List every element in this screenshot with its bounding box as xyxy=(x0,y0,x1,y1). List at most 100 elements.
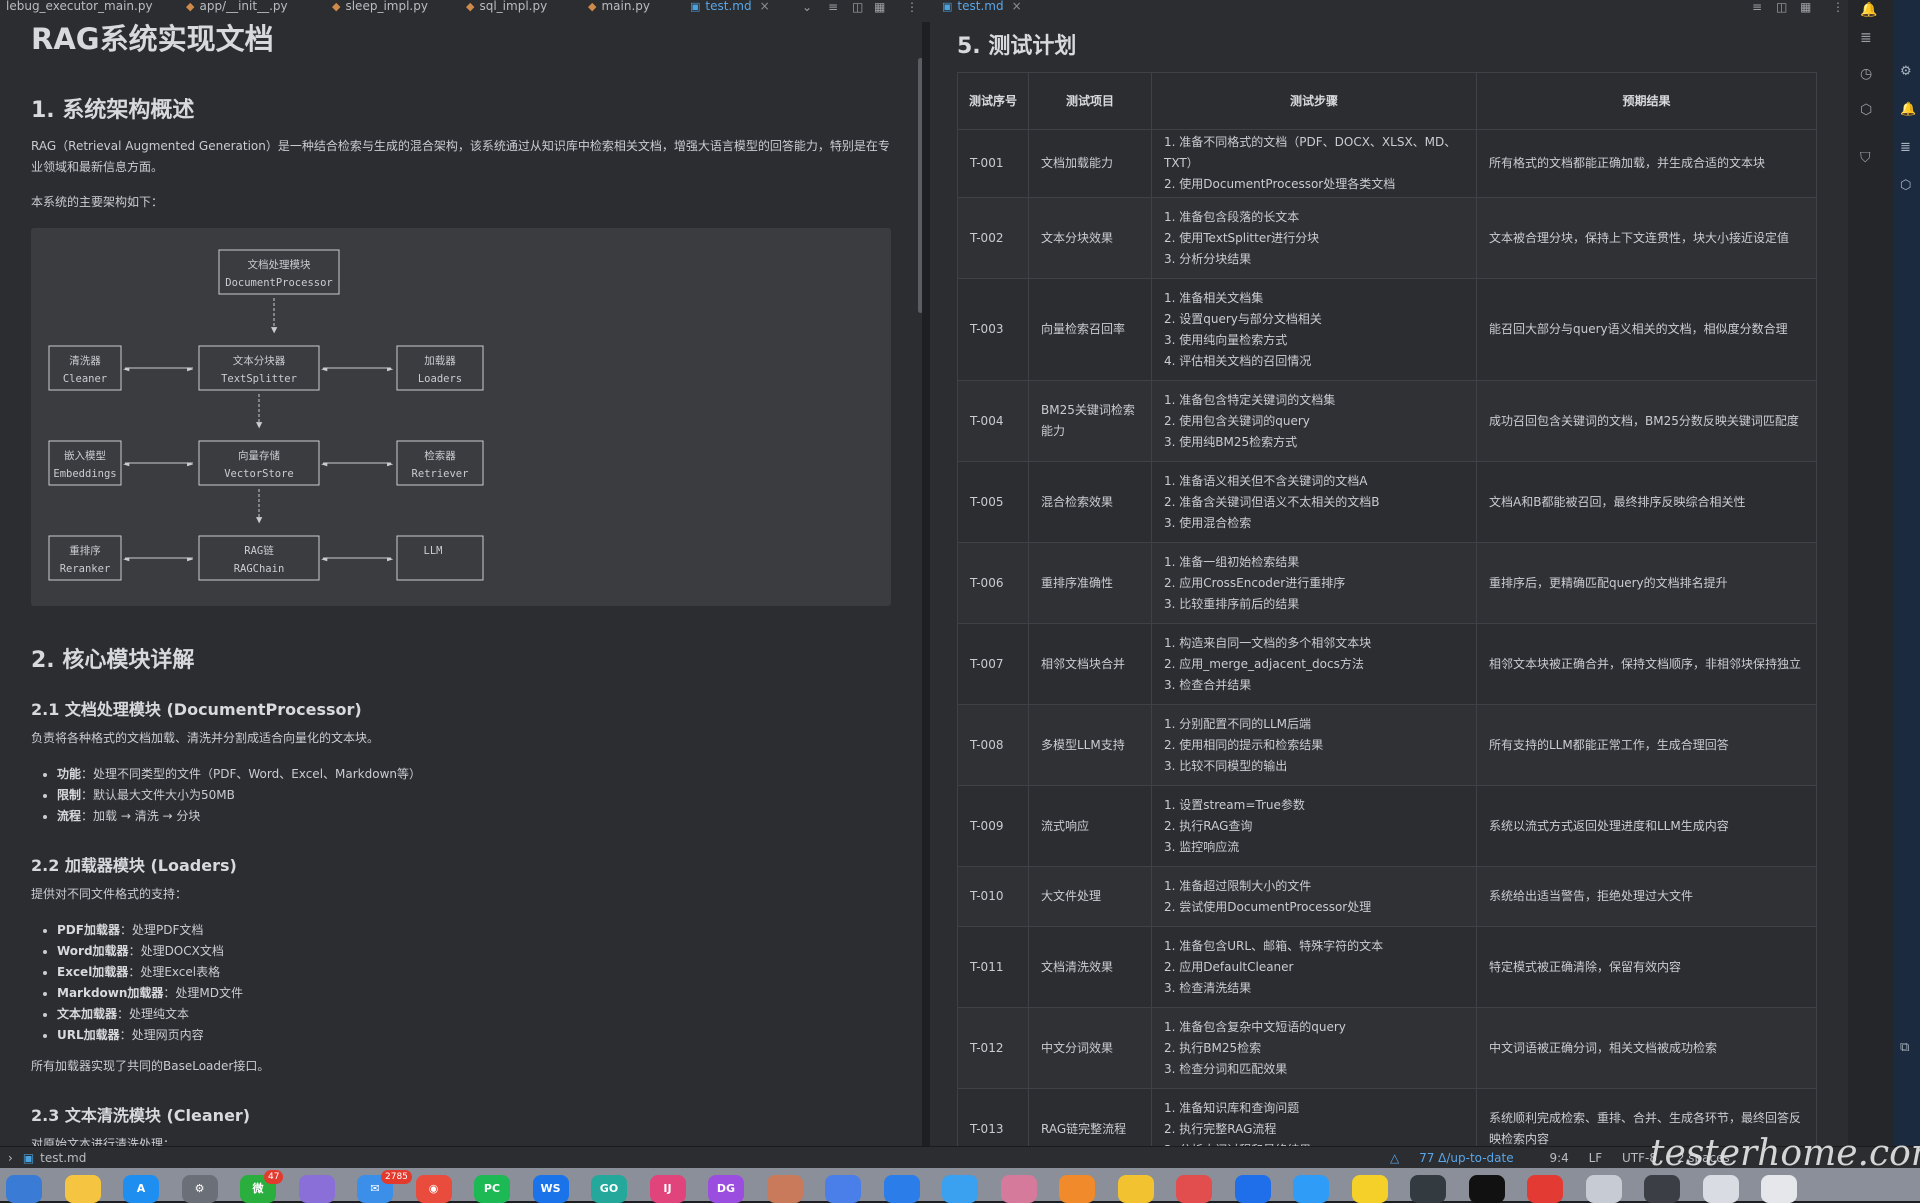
test-steps-cell: 1. 准备包含复杂中文短语的query 2. 执行BM25检索 3. 检查分词和匹配… xyxy=(1151,1007,1477,1089)
dock-app-icon[interactable] xyxy=(942,1175,978,1203)
more-options-icon[interactable]: ⋮ xyxy=(906,0,918,14)
markdown-preview-right[interactable]: 5. 测试计划 测试序号 测试项目 测试步骤 预期结果 T-001 文档加载能力 1… xyxy=(930,22,1848,1146)
expected-result-cell: 特定模式被正确清除，保留有效内容 xyxy=(1476,926,1817,1008)
dock-app-icon[interactable]: IJ xyxy=(649,1175,686,1203)
retriever-label-en: Retriever xyxy=(412,468,469,480)
architecture-diagram: ▼ ▼ ▼ ◄ ► ◄ ► ◄ ► ◄ ► ◄ ► ◄ ► 文档处理模块 DocumentProces… xyxy=(31,228,891,606)
test-id-cell: T-002 xyxy=(957,197,1029,279)
svg-text:◄: ◄ xyxy=(321,458,328,470)
expected-result-cell: 系统以流式方式返回处理进度和LLM生成内容 xyxy=(1476,785,1817,867)
test-step: 1. 准备知识库和查询问题 xyxy=(1164,1100,1300,1115)
security-shield-icon[interactable]: ⛉ xyxy=(1860,150,1871,166)
tab-main-py[interactable]: ◆ main.py xyxy=(588,0,650,22)
dock-app-icon[interactable] xyxy=(883,1175,920,1203)
tab-debug-executor-main[interactable]: lebug_executor_main.py xyxy=(6,0,153,22)
menu-lines-icon[interactable]: ≡ xyxy=(828,0,838,14)
dock-app-icon[interactable] xyxy=(1644,1175,1680,1203)
split-view-icon[interactable]: ◫ xyxy=(1776,0,1787,14)
external-link-icon[interactable]: ⧉ xyxy=(1900,1040,1909,1055)
table-row: T-006 重排序准确性 1. 准备一组初始检索结果 2. 应用CrossEncode… xyxy=(957,542,1817,624)
dock-app-icon[interactable] xyxy=(1000,1175,1037,1203)
database-icon[interactable]: ≣ xyxy=(1860,30,1872,46)
test-step: 1. 准备包含段落的长文本 xyxy=(1164,209,1300,224)
section-2-2-list: PDF加载器：处理PDF文档 Word加载器：处理DOCX文档 Excel加载器… xyxy=(31,920,243,1046)
markdown-preview-left[interactable]: RAG系统实现文档 1. 系统架构概述 RAG（Retrieval Augmen… xyxy=(0,22,922,1146)
test-item-cell: BM25关键词检索能力 xyxy=(1028,380,1152,462)
test-steps-cell: 1. 准备知识库和查询问题2. 执行完整RAG流程3. 分析中间过程和最终结果 xyxy=(1151,1088,1477,1146)
more-options-icon[interactable]: ⋮ xyxy=(1832,0,1844,14)
notifications-icon[interactable]: 🔔 xyxy=(1860,2,1877,18)
dock-app-icon[interactable] xyxy=(6,1175,42,1203)
line-ending[interactable]: LF xyxy=(1589,1151,1603,1165)
dock-app-icon[interactable] xyxy=(1351,1175,1388,1203)
section-1-heading: 1. 系统架构概述 xyxy=(31,98,195,123)
dock-app-icon[interactable]: PC xyxy=(474,1175,510,1203)
test-plan-heading: 5. 测试计划 xyxy=(957,34,1077,59)
caret-position[interactable]: 9:4 xyxy=(1549,1151,1568,1165)
dock-app-icon[interactable] xyxy=(298,1175,335,1203)
close-icon[interactable]: × xyxy=(1012,0,1022,13)
database-icon[interactable]: ≣ xyxy=(1900,140,1911,155)
list-item: 流程：加载 → 清洗 → 分块 xyxy=(57,806,421,827)
tab-sql-impl[interactable]: ◆ sql_impl.py xyxy=(466,0,547,22)
test-item-cell: 多模型LLM支持 xyxy=(1028,704,1152,786)
close-icon[interactable]: × xyxy=(760,0,770,13)
test-step: 3. 使用纯向量检索方式 xyxy=(1164,332,1288,347)
test-steps-cell: 1. 准备语义相关但不含关键词的文档A 2. 准备含关键词但语义不太相关的文档B 3… xyxy=(1151,461,1477,543)
test-step: 3. 检查清洗结果 xyxy=(1164,980,1252,995)
test-item-cell: 向量检索召回率 xyxy=(1028,278,1152,381)
test-step: 2. 设置query与部分文档相关 xyxy=(1164,311,1322,326)
dock-app-icon[interactable] xyxy=(1527,1175,1563,1203)
svg-text:◄: ◄ xyxy=(123,363,130,375)
status-breadcrumb[interactable]: › ▣ test.md xyxy=(8,1151,86,1165)
history-icon[interactable]: ◷ xyxy=(1860,66,1872,82)
dock-app-icon[interactable] xyxy=(64,1175,101,1203)
preview-icon[interactable]: ▦ xyxy=(1800,0,1811,14)
test-id-cell: T-007 xyxy=(957,623,1029,705)
preview-icon[interactable]: ▦ xyxy=(874,0,885,14)
split-divider[interactable] xyxy=(922,22,930,1146)
markdown-file-icon: ▣ xyxy=(942,0,953,13)
dock-app-icon[interactable]: WS xyxy=(532,1175,569,1203)
dock-app-icon[interactable] xyxy=(1585,1175,1622,1203)
list-item: 功能：处理不同类型的文件（PDF、Word、Excel、Markdown等） xyxy=(57,764,421,785)
test-step: 1. 准备包含复杂中文短语的query xyxy=(1164,1019,1346,1034)
tab-app-init[interactable]: ◆ app/__init__.py xyxy=(186,0,288,22)
dock-app-icon[interactable] xyxy=(1117,1175,1154,1203)
dock-app-icon[interactable]: A xyxy=(123,1175,159,1203)
notifications-icon[interactable]: 🔔 xyxy=(1900,102,1916,117)
dock-app-icon[interactable]: ◉ xyxy=(415,1175,452,1203)
python-file-icon: ◆ xyxy=(466,0,475,13)
dock-app-icon[interactable] xyxy=(1702,1175,1739,1203)
test-id-cell: T-012 xyxy=(957,1007,1029,1089)
dock-app-icon[interactable] xyxy=(1059,1175,1095,1203)
tab-list-chevron-icon[interactable]: ⌄ xyxy=(802,0,812,14)
table-row: T-009 流式响应 1. 设置stream=True参数 2. 执行RAG查询 3. … xyxy=(957,785,1817,867)
split-view-icon[interactable]: ◫ xyxy=(852,0,863,14)
svg-text:►: ► xyxy=(387,363,394,375)
dock-app-icon[interactable]: GO xyxy=(591,1175,627,1203)
test-step: 1. 准备语义相关但不含关键词的文档A xyxy=(1164,473,1368,488)
table-row: T-011 文档清洗效果 1. 准备包含URL、邮箱、特殊字符的文本 2. 应用Def… xyxy=(957,926,1817,1008)
plugin-icon[interactable]: ⬡ xyxy=(1860,102,1872,118)
dock-app-icon[interactable] xyxy=(766,1175,803,1203)
test-step: 1. 准备一组初始检索结果 xyxy=(1164,554,1300,569)
dock-app-icon[interactable] xyxy=(825,1175,861,1203)
vcs-status[interactable]: △ 77 Δ/up-to-date xyxy=(1390,1151,1530,1165)
tab-sleep-impl[interactable]: ◆ sleep_impl.py xyxy=(332,0,428,22)
ragchain-label-cn: RAG链 xyxy=(244,544,274,557)
dock-app-icon[interactable] xyxy=(1468,1175,1505,1203)
test-id-cell: T-005 xyxy=(957,461,1029,543)
dock-app-icon[interactable]: DG xyxy=(708,1175,744,1203)
dock-app-icon[interactable] xyxy=(1176,1175,1212,1203)
dock-app-icon[interactable] xyxy=(1761,1175,1797,1203)
gear-icon[interactable]: ⚙ xyxy=(1900,64,1912,79)
dock-app-icon[interactable] xyxy=(1234,1175,1271,1203)
test-item-cell: 流式响应 xyxy=(1028,785,1152,867)
dock-app-icon[interactable] xyxy=(1410,1175,1446,1203)
plugin-icon[interactable]: ⬡ xyxy=(1900,178,1911,193)
dock-app-icon[interactable]: ⚙ xyxy=(181,1175,218,1203)
menu-lines-icon[interactable]: ≡ xyxy=(1752,0,1762,14)
dock-app-icon[interactable] xyxy=(1293,1175,1329,1203)
test-step: 1. 准备超过限制大小的文件 xyxy=(1164,878,1312,893)
